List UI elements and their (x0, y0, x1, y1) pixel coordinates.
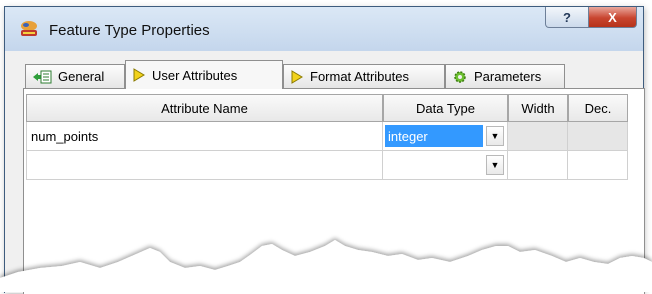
attribute-name-cell[interactable] (26, 151, 383, 180)
data-type-cell[interactable]: ▼ (383, 151, 508, 180)
dec-cell[interactable] (568, 151, 628, 180)
tab-format-attributes[interactable]: Format Attributes (283, 64, 445, 88)
width-cell[interactable] (508, 151, 568, 180)
app-icon (19, 20, 39, 38)
column-header-data-type[interactable]: Data Type (383, 94, 508, 122)
data-type-select[interactable]: integer (385, 125, 483, 147)
data-type-cell[interactable]: integer ▼ (383, 122, 508, 151)
table-row[interactable]: ▼ (26, 151, 629, 180)
diamond-arrow-icon (290, 69, 304, 84)
general-icon (32, 69, 52, 85)
table-row[interactable]: num_points integer ▼ (26, 122, 629, 151)
dropdown-arrow-icon[interactable]: ▼ (486, 155, 504, 175)
width-cell[interactable] (508, 122, 568, 151)
tab-label: Format Attributes (310, 69, 409, 84)
tab-label: Parameters (474, 69, 542, 84)
dropdown-arrow-icon[interactable]: ▼ (486, 126, 504, 146)
close-icon: X (608, 9, 617, 25)
column-header-attribute-name[interactable]: Attribute Name (26, 94, 383, 122)
gear-icon (452, 69, 468, 85)
help-button[interactable]: ? (545, 7, 589, 28)
tab-user-attributes[interactable]: User Attributes (125, 60, 283, 89)
column-header-dec[interactable]: Dec. (568, 94, 628, 122)
column-header-width[interactable]: Width (508, 94, 568, 122)
close-button[interactable]: X (588, 7, 637, 28)
tab-general[interactable]: General (25, 64, 125, 88)
diamond-arrow-icon (132, 68, 146, 82)
tab-parameters[interactable]: Parameters (445, 64, 565, 88)
tab-label: User Attributes (152, 67, 238, 83)
tab-label: General (58, 69, 105, 84)
attribute-name-cell[interactable]: num_points (26, 122, 383, 151)
title-bar[interactable]: Feature Type Properties ? X (5, 7, 643, 51)
dec-cell[interactable] (568, 122, 628, 151)
help-icon: ? (563, 9, 571, 25)
window-title: Feature Type Properties (49, 22, 210, 39)
